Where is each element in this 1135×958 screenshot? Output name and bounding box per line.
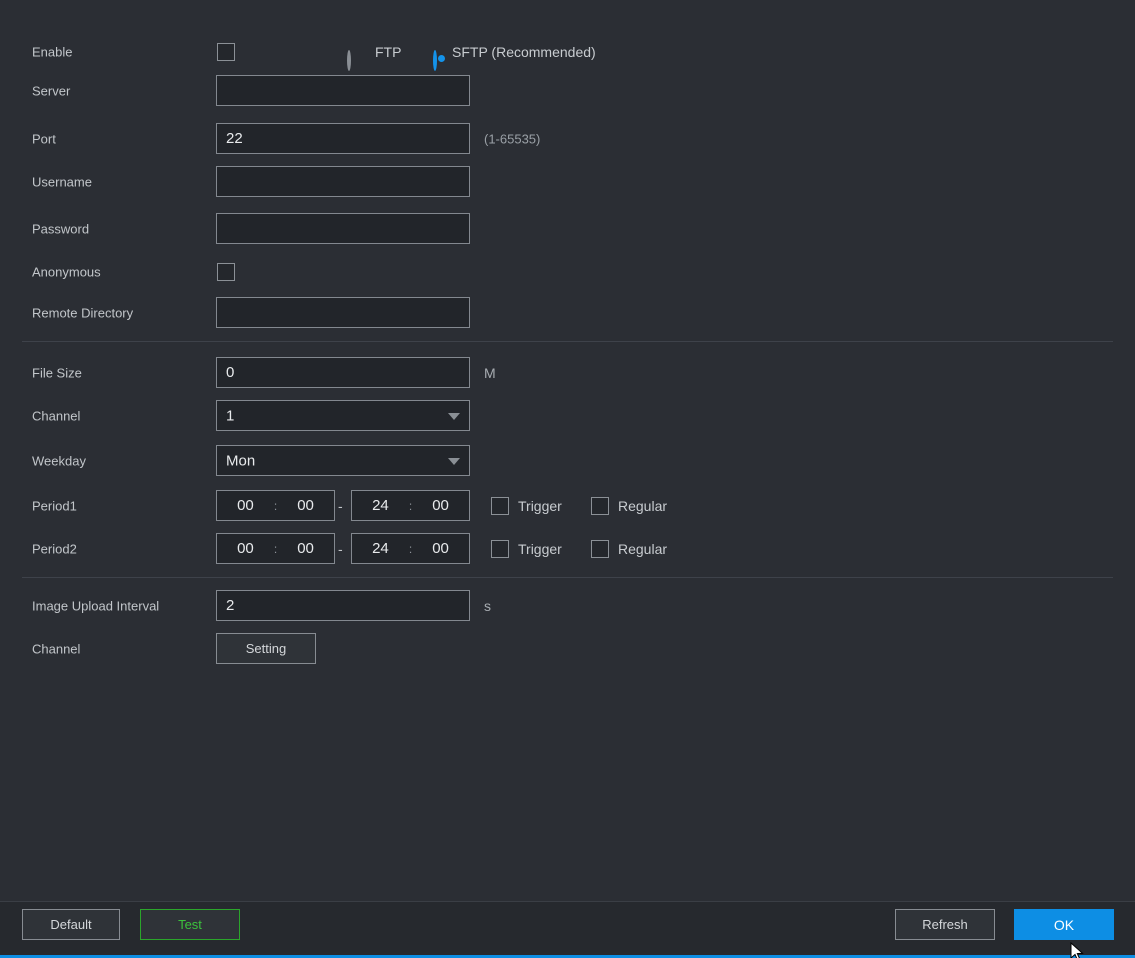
enable-row: Enable FTP SFTP (Recommended) (0, 36, 1135, 71)
port-range-hint: (1-65535) (484, 131, 541, 146)
password-input[interactable] (216, 213, 470, 244)
channel-setting-row: Channel Setting (0, 633, 1135, 664)
anonymous-label: Anonymous (32, 264, 101, 279)
chevron-down-icon (448, 413, 460, 420)
sftp-radio-label[interactable]: SFTP (Recommended) (452, 44, 596, 60)
default-button[interactable]: Default (22, 909, 120, 940)
channel-select[interactable]: 1 (216, 400, 470, 431)
period1-trigger-checkbox[interactable] (491, 496, 509, 515)
ok-button[interactable]: OK (1014, 909, 1114, 940)
weekday-select[interactable]: Mon (216, 445, 470, 476)
server-label: Server (32, 83, 71, 98)
period1-end-min[interactable]: 00 (432, 497, 449, 514)
username-input[interactable] (216, 166, 470, 197)
username-label: Username (32, 174, 92, 189)
period2-regular-checkbox[interactable] (591, 539, 609, 558)
period2-label: Period2 (32, 541, 77, 556)
period2-start-min[interactable]: 00 (297, 540, 314, 557)
anonymous-row: Anonymous (0, 256, 1135, 287)
port-input[interactable] (216, 123, 470, 154)
enable-checkbox[interactable] (217, 42, 235, 61)
period2-regular-label: Regular (618, 540, 668, 557)
image-upload-interval-input[interactable] (216, 590, 470, 621)
remote-directory-row: Remote Directory (0, 297, 1135, 328)
test-button[interactable]: Test (140, 909, 240, 940)
period2-start-hour[interactable]: 00 (237, 540, 254, 557)
period1-row: Period1 00 : 00 - 24 : 00 Trigger Regula… (0, 490, 1135, 521)
time-colon: : (273, 541, 278, 556)
footer-bar: Default Test Refresh OK (0, 901, 1135, 956)
password-label: Password (32, 221, 90, 236)
username-row: Username (0, 166, 1135, 197)
sftp-radio[interactable] (433, 49, 437, 71)
channel-setting-label: Channel (32, 641, 81, 656)
period1-start-min[interactable]: 00 (297, 497, 314, 514)
channel-select-value: 1 (226, 407, 235, 424)
enable-label: Enable (32, 44, 73, 59)
period1-regular-checkbox[interactable] (591, 496, 609, 515)
weekday-row: Weekday Mon (0, 445, 1135, 476)
time-colon: : (408, 498, 413, 513)
chevron-down-icon (448, 458, 460, 465)
file-size-input[interactable] (216, 357, 470, 388)
channel-label: Channel (32, 408, 81, 423)
period2-row: Period2 00 : 00 - 24 : 00 Trigger Regula… (0, 533, 1135, 564)
section-divider (22, 341, 1113, 342)
period1-range-dash: - (338, 497, 343, 514)
period1-start-time[interactable]: 00 : 00 (216, 490, 335, 521)
remote-directory-input[interactable] (216, 297, 470, 328)
period2-end-min[interactable]: 00 (432, 540, 449, 557)
period2-start-time[interactable]: 00 : 00 (216, 533, 335, 564)
remote-directory-label: Remote Directory (32, 305, 134, 320)
period1-end-hour[interactable]: 24 (372, 497, 389, 514)
anonymous-checkbox[interactable] (217, 262, 235, 281)
period2-end-hour[interactable]: 24 (372, 540, 389, 557)
period2-range-dash: - (338, 540, 343, 557)
period2-end-time[interactable]: 24 : 00 (351, 533, 470, 564)
file-size-label: File Size (32, 365, 82, 380)
period1-label: Period1 (32, 498, 77, 513)
period2-trigger-checkbox[interactable] (491, 539, 509, 558)
port-label: Port (32, 131, 56, 146)
period1-trigger-label: Trigger (518, 497, 562, 514)
ftp-radio-label[interactable]: FTP (375, 44, 401, 60)
server-input[interactable] (216, 75, 470, 106)
image-upload-interval-unit: s (484, 597, 491, 614)
weekday-select-value: Mon (226, 452, 256, 469)
file-size-row: File Size M (0, 357, 1135, 388)
image-upload-interval-row: Image Upload Interval s (0, 590, 1135, 621)
period2-trigger-label: Trigger (518, 540, 562, 557)
refresh-button[interactable]: Refresh (895, 909, 995, 940)
weekday-label: Weekday (32, 453, 86, 468)
channel-row: Channel 1 (0, 400, 1135, 431)
time-colon: : (408, 541, 413, 556)
sftp-settings-page: Enable FTP SFTP (Recommended) Server Por… (0, 0, 1135, 958)
server-row: Server (0, 75, 1135, 106)
period1-regular-label: Regular (618, 497, 668, 514)
password-row: Password (0, 213, 1135, 244)
section-divider (22, 577, 1113, 578)
channel-setting-button[interactable]: Setting (216, 633, 316, 664)
ftp-radio[interactable] (347, 49, 351, 71)
image-upload-interval-label: Image Upload Interval (32, 598, 160, 613)
period1-end-time[interactable]: 24 : 00 (351, 490, 470, 521)
file-size-unit: M (484, 364, 496, 381)
period1-start-hour[interactable]: 00 (237, 497, 254, 514)
port-row: Port (1-65535) (0, 123, 1135, 154)
time-colon: : (273, 498, 278, 513)
